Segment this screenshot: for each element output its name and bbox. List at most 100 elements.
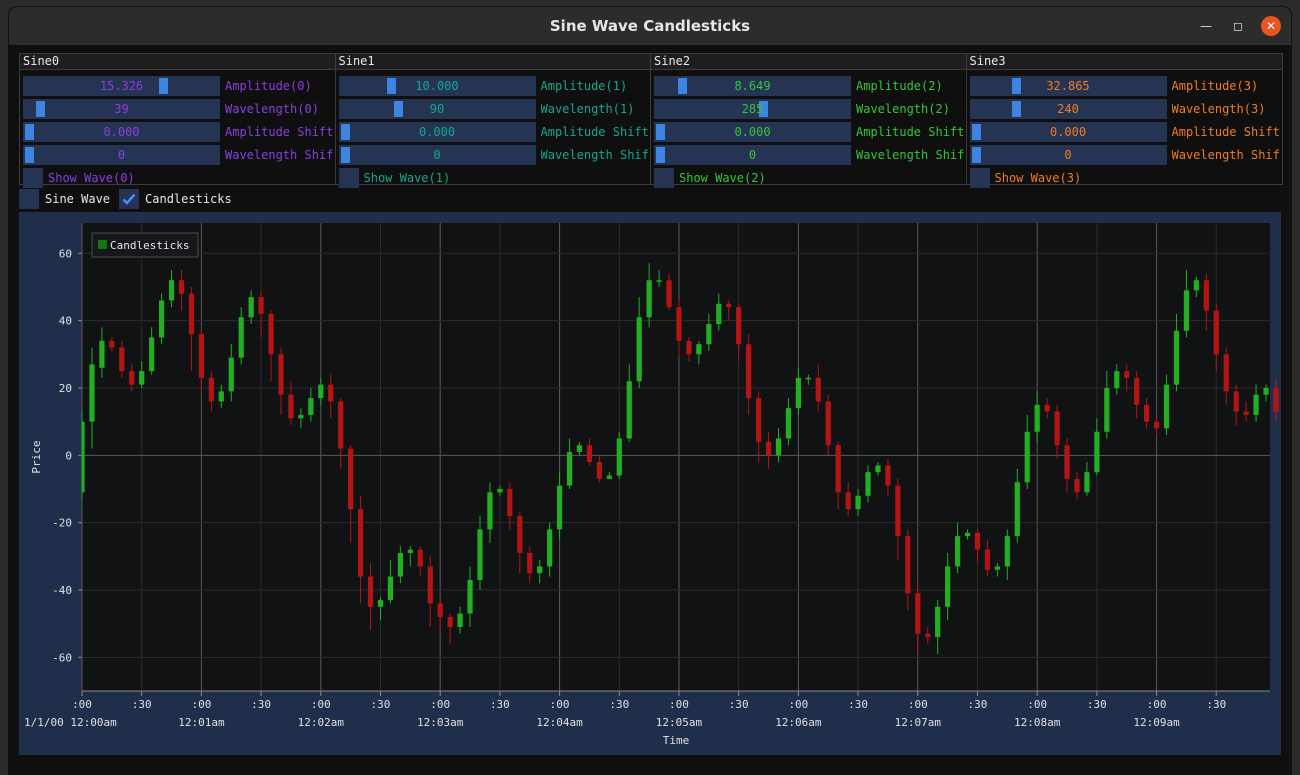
candle-body[interactable] xyxy=(457,613,463,628)
candlestick-chart[interactable]: 60 40 20 0 -20 -40 -60:00:30:00:30:00:30:00:30… xyxy=(19,212,1281,755)
candle-body[interactable] xyxy=(517,515,523,553)
candle-body[interactable] xyxy=(1084,472,1090,493)
candle-body[interactable] xyxy=(119,347,125,372)
candle-body[interactable] xyxy=(1134,377,1140,405)
candle-body[interactable] xyxy=(606,475,612,479)
wavelength-shift-slider[interactable]: 0 xyxy=(654,145,851,165)
candle-body[interactable] xyxy=(974,532,981,550)
candle-body[interactable] xyxy=(1144,404,1150,422)
candle-body[interactable] xyxy=(566,451,573,486)
amplitude-slider[interactable]: 15.326 xyxy=(23,76,220,96)
candle-body[interactable] xyxy=(447,616,453,628)
candle-body[interactable] xyxy=(1124,371,1130,378)
amplitude-shift-slider[interactable]: 0.000 xyxy=(969,122,1167,142)
candle-body[interactable] xyxy=(188,293,195,335)
candle-body[interactable] xyxy=(686,340,692,355)
candle-body[interactable] xyxy=(935,606,941,638)
candlesticks-checkbox[interactable] xyxy=(119,189,140,209)
candle-body[interactable] xyxy=(1203,280,1209,311)
candle-body[interactable] xyxy=(278,354,284,395)
candle-body[interactable] xyxy=(915,593,921,634)
candle-body[interactable] xyxy=(82,421,85,493)
wavelength-slider[interactable]: 240 xyxy=(969,99,1167,119)
amplitude-slider[interactable]: 10.000 xyxy=(338,76,536,96)
candle-body[interactable] xyxy=(467,579,473,614)
candle-body[interactable] xyxy=(815,377,821,402)
candle-body[interactable] xyxy=(925,633,931,638)
candle-body[interactable] xyxy=(238,317,244,358)
candle-body[interactable] xyxy=(547,529,553,567)
candle-body[interactable] xyxy=(158,300,165,338)
candle-body[interactable] xyxy=(198,334,204,378)
show-wave-row[interactable]: Show Wave(2) xyxy=(654,168,964,188)
candle-body[interactable] xyxy=(178,280,185,294)
candle-body[interactable] xyxy=(964,532,971,537)
wavelength-shift-slider[interactable]: 0 xyxy=(338,145,536,165)
candle-body[interactable] xyxy=(666,280,672,308)
candle-body[interactable] xyxy=(805,377,811,380)
candle-body[interactable] xyxy=(716,303,722,325)
amplitude-shift-slider[interactable]: 0.000 xyxy=(654,122,851,142)
close-icon[interactable]: ✕ xyxy=(1261,16,1281,36)
candle-body[interactable] xyxy=(89,364,95,422)
amplitude-slider[interactable]: 32.865 xyxy=(969,76,1167,96)
candle-body[interactable] xyxy=(954,536,961,567)
candle-body[interactable] xyxy=(1163,384,1170,429)
candle-body[interactable] xyxy=(397,552,403,577)
candle-body[interactable] xyxy=(298,414,304,419)
wavelength-slider[interactable]: 39 xyxy=(23,99,220,119)
candle-body[interactable] xyxy=(228,357,234,392)
candle-body[interactable] xyxy=(507,488,513,516)
candle-body[interactable] xyxy=(268,313,274,355)
candle-body[interactable] xyxy=(367,576,374,607)
amplitude-slider[interactable]: 8.649 xyxy=(654,76,851,96)
candle-body[interactable] xyxy=(706,324,712,345)
title-bar[interactable]: Sine Wave Candlesticks — ◻ ✕ xyxy=(9,7,1291,45)
candle-body[interactable] xyxy=(895,485,901,537)
candle-body[interactable] xyxy=(139,371,145,385)
candle-body[interactable] xyxy=(328,384,334,402)
candle-body[interactable] xyxy=(586,445,593,463)
candle-body[interactable] xyxy=(1004,536,1010,567)
candle-body[interactable] xyxy=(1243,411,1249,415)
show-wave-row[interactable]: Show Wave(3) xyxy=(969,168,1280,188)
amplitude-shift-slider[interactable]: 0.000 xyxy=(23,122,220,142)
candle-body[interactable] xyxy=(835,445,841,493)
candle-body[interactable] xyxy=(497,488,503,493)
candle-body[interactable] xyxy=(527,552,533,574)
candle-body[interactable] xyxy=(218,391,224,402)
candle-body[interactable] xyxy=(1153,421,1160,429)
candlesticks-toggle[interactable]: Candlesticks xyxy=(119,189,232,209)
wavelength-slider[interactable]: 90 xyxy=(338,99,536,119)
candle-body[interactable] xyxy=(755,398,762,442)
candle-body[interactable] xyxy=(427,566,433,604)
sine-wave-toggle[interactable]: Sine Wave xyxy=(19,189,110,209)
candle-body[interactable] xyxy=(387,576,394,601)
candle-body[interactable] xyxy=(636,317,642,382)
candle-body[interactable] xyxy=(765,441,772,456)
candle-body[interactable] xyxy=(1024,431,1030,483)
candle-body[interactable] xyxy=(945,566,951,607)
candle-body[interactable] xyxy=(1193,280,1199,291)
candle-body[interactable] xyxy=(1074,478,1080,493)
candle-body[interactable] xyxy=(875,465,881,473)
candle-body[interactable] xyxy=(696,344,702,355)
candle-body[interactable] xyxy=(785,408,792,439)
candle-body[interactable] xyxy=(646,280,652,318)
candle-body[interactable] xyxy=(1273,387,1279,412)
candle-body[interactable] xyxy=(885,465,891,486)
candle-body[interactable] xyxy=(308,398,314,415)
candle-body[interactable] xyxy=(775,438,782,456)
sine-wave-checkbox[interactable] xyxy=(19,189,39,209)
candle-body[interactable] xyxy=(616,438,622,476)
candle-body[interactable] xyxy=(1233,391,1239,412)
amplitude-shift-slider[interactable]: 0.000 xyxy=(338,122,536,142)
candle-body[interactable] xyxy=(168,280,175,301)
candle-body[interactable] xyxy=(626,381,632,439)
candle-body[interactable] xyxy=(556,485,563,530)
show-wave-checkbox[interactable] xyxy=(23,168,43,188)
wavelength-shift-slider[interactable]: 0 xyxy=(23,145,220,165)
candle-body[interactable] xyxy=(537,566,543,574)
candle-body[interactable] xyxy=(338,401,344,449)
candle-body[interactable] xyxy=(1094,431,1100,473)
